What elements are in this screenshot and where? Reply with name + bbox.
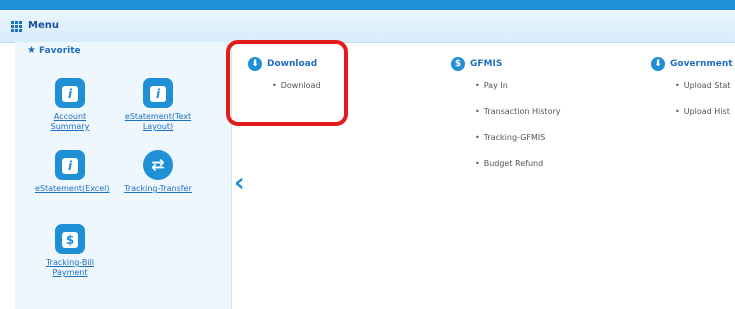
info-icon[interactable]: i bbox=[143, 78, 173, 108]
info-icon[interactable]: i bbox=[55, 150, 85, 180]
column-title: GFMIS bbox=[470, 59, 503, 69]
tile-estatement-text[interactable]: i eStatement(Text Layout) bbox=[123, 78, 193, 132]
column-government: ⬇ Government Upload Stat Upload Hist bbox=[651, 57, 733, 131]
menu-link[interactable]: Budget Refund bbox=[475, 157, 561, 183]
tile-label[interactable]: Tracking-Transfer bbox=[123, 184, 193, 194]
dollar-icon[interactable]: $ bbox=[55, 224, 85, 254]
menu-link[interactable]: Transaction History bbox=[475, 105, 561, 131]
tile-estatement-excel[interactable]: i eStatement(Excel) bbox=[35, 150, 109, 194]
menu-link[interactable]: Pay In bbox=[475, 79, 561, 105]
download-icon: ⬇ bbox=[651, 57, 665, 71]
column-header: ⬇ Government bbox=[651, 57, 733, 71]
tile-label[interactable]: Tracking-Bill Payment bbox=[35, 258, 105, 278]
column-title: Government bbox=[670, 59, 733, 69]
favorite-header: ★ Favorite bbox=[27, 45, 81, 56]
favorite-title: Favorite bbox=[38, 46, 81, 56]
menu-link[interactable]: Tracking-GFMIS bbox=[475, 131, 561, 157]
favorite-panel: ★ Favorite i Account Summary i eStatement… bbox=[15, 42, 232, 309]
chevron-left-icon[interactable]: ‹ bbox=[234, 168, 245, 198]
tile-label[interactable]: eStatement(Excel) bbox=[35, 184, 109, 194]
menu-link[interactable]: Upload Hist bbox=[675, 105, 733, 131]
tile-account-summary[interactable]: i Account Summary bbox=[35, 78, 105, 132]
star-icon: ★ bbox=[27, 45, 36, 56]
annotation-highlight-box bbox=[226, 40, 348, 126]
tile-label[interactable]: Account Summary bbox=[35, 112, 105, 132]
grid-menu-icon[interactable] bbox=[11, 21, 23, 33]
tile-tracking-transfer[interactable]: ⇄ Tracking-Transfer bbox=[123, 150, 193, 194]
menu-title[interactable]: Menu bbox=[28, 20, 59, 31]
info-icon[interactable]: i bbox=[55, 78, 85, 108]
column-gfmis: $ GFMIS Pay In Transaction History Track… bbox=[451, 57, 561, 183]
transfer-icon[interactable]: ⇄ bbox=[143, 150, 173, 180]
dollar-icon: $ bbox=[451, 57, 465, 71]
menu-bar: Menu bbox=[0, 10, 735, 43]
top-bar bbox=[0, 0, 735, 10]
tile-tracking-bill-payment[interactable]: $ Tracking-Bill Payment bbox=[35, 224, 105, 278]
menu-link[interactable]: Upload Stat bbox=[675, 79, 733, 105]
column-header: $ GFMIS bbox=[451, 57, 561, 71]
tile-label[interactable]: eStatement(Text Layout) bbox=[123, 112, 193, 132]
